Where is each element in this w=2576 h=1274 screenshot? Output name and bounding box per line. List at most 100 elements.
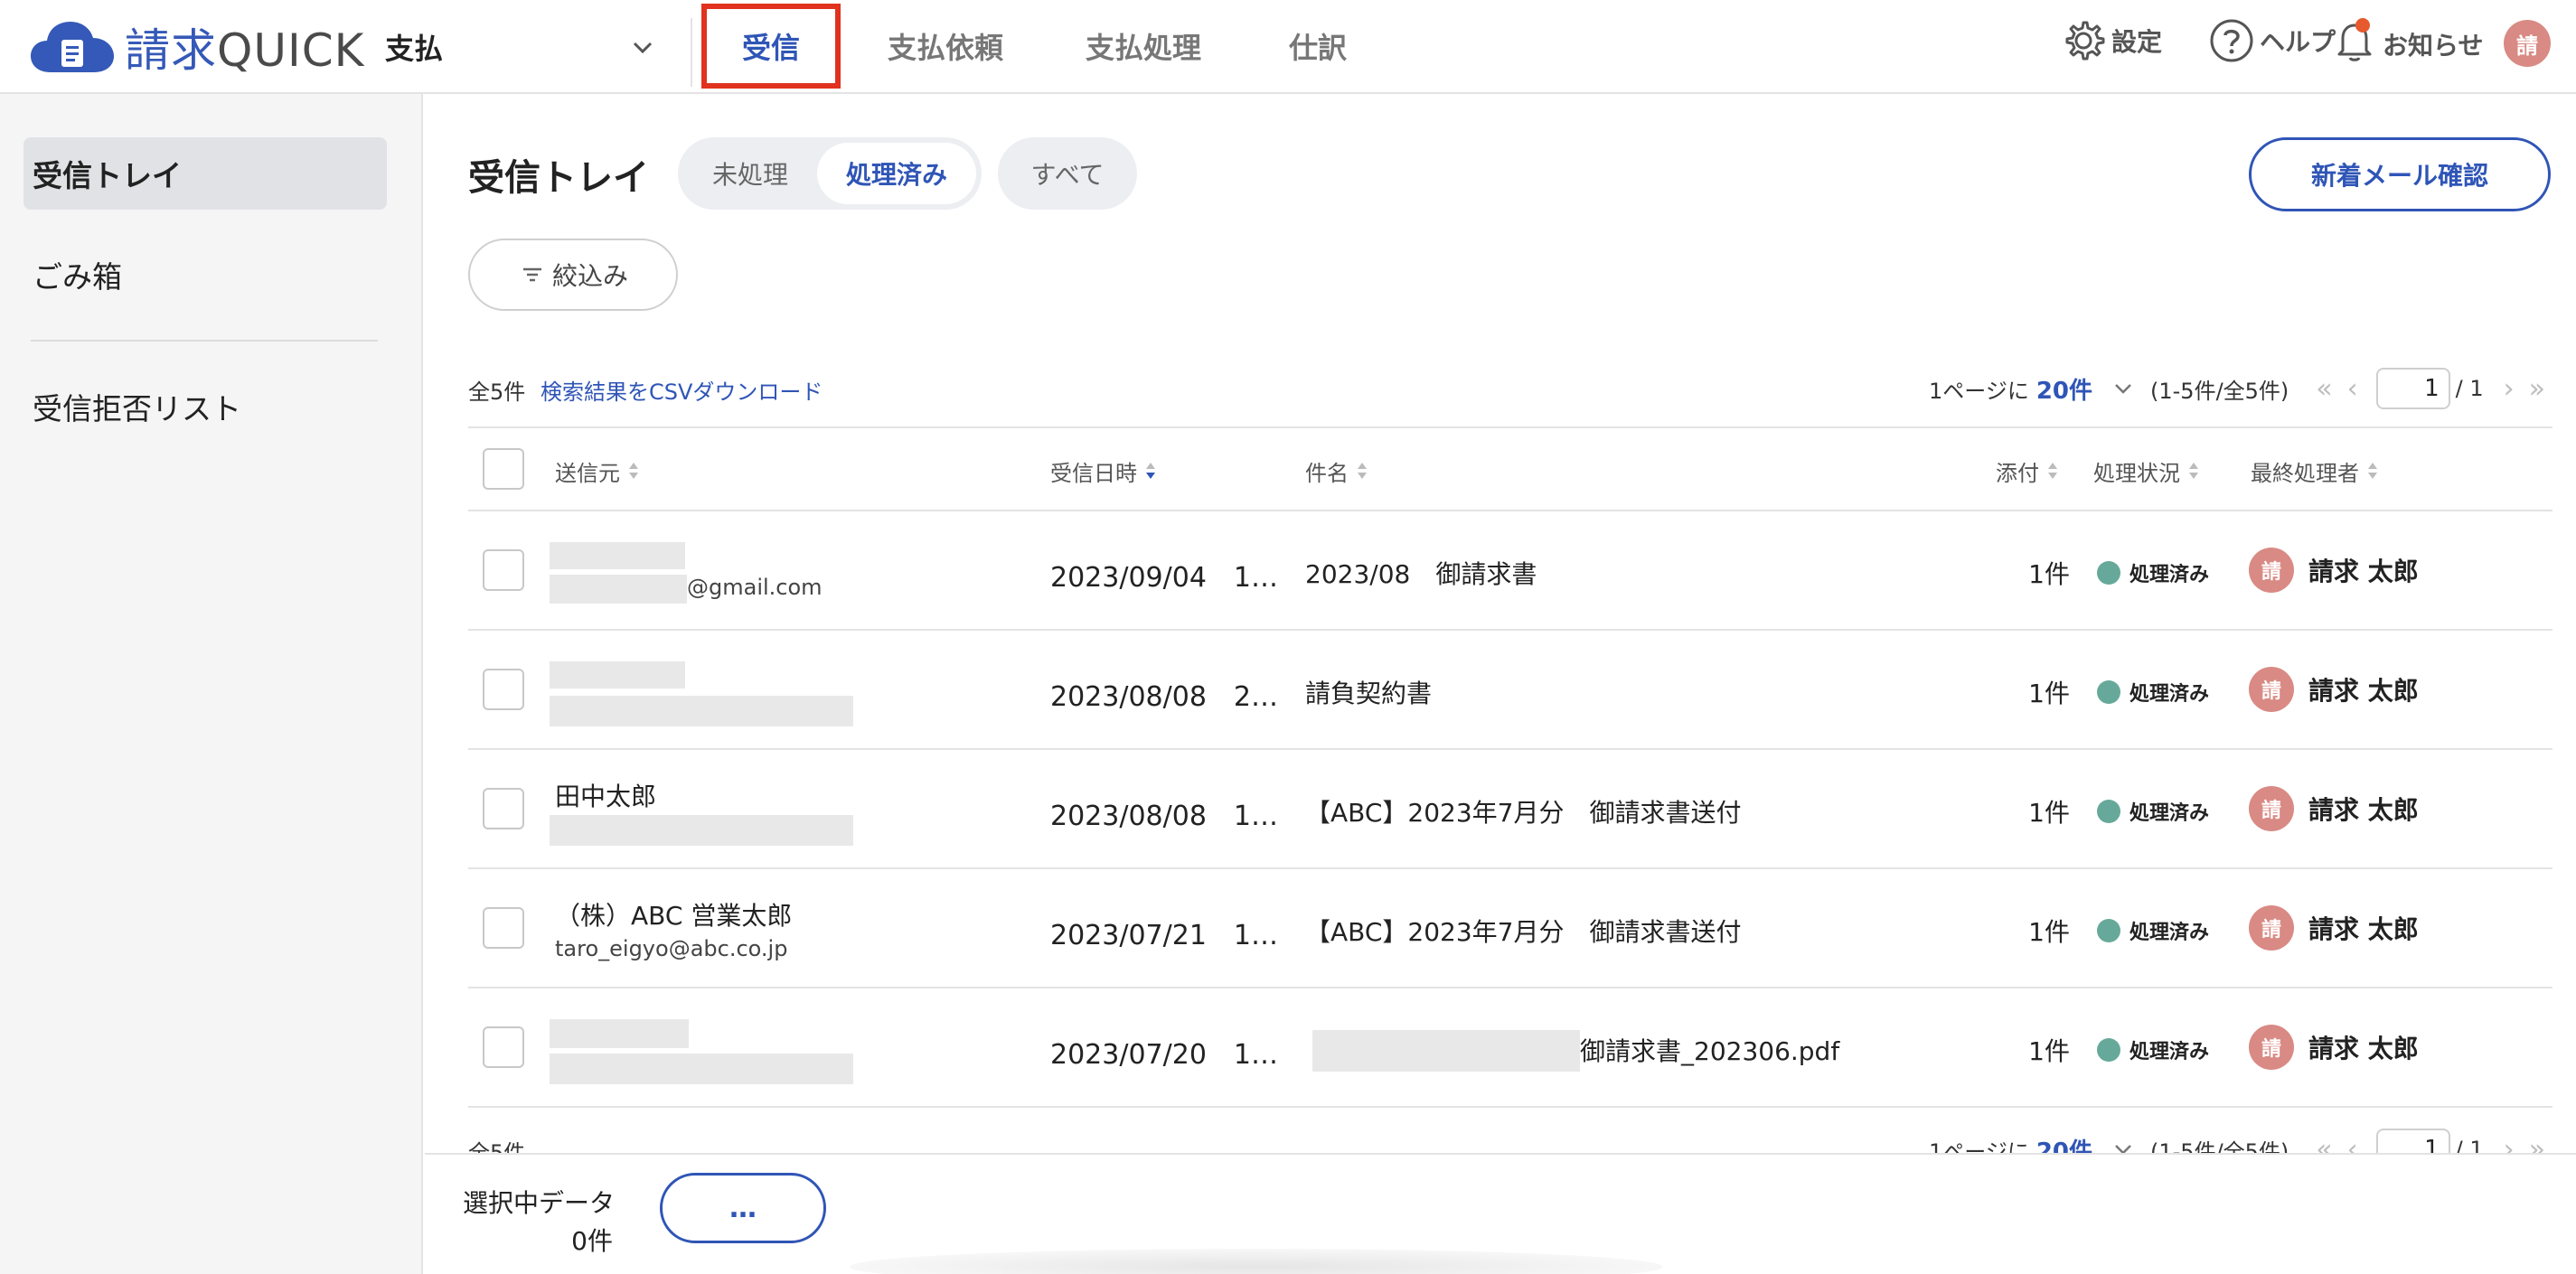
csv-download-link[interactable]: 検索結果をCSVダウンロード xyxy=(541,374,823,406)
table-row[interactable]: @gmail.com 2023/09/04 1… 2023/08 御請求書 1件… xyxy=(468,511,2552,631)
help-icon xyxy=(2210,19,2253,62)
last-user: 請請求 太郎 xyxy=(2249,548,2419,593)
table-row[interactable]: 2023/08/08 2… 請負契約書 1件 処理済み 請請求 太郎 xyxy=(468,631,2552,750)
avatar: 請 xyxy=(2249,667,2294,712)
table-row[interactable]: 田中太郎 2023/08/08 1… 【ABC】2023年7月分 御請求書送付 … xyxy=(468,750,2552,869)
cloud-document-icon xyxy=(31,22,114,72)
select-all-checkbox[interactable] xyxy=(483,448,524,490)
per-page-select[interactable]: 20件 xyxy=(2036,372,2092,406)
segment-processed[interactable]: 処理済み xyxy=(817,143,976,204)
column-received[interactable]: 受信日時 xyxy=(1050,455,1155,487)
status-dot xyxy=(2097,919,2120,942)
attachment-count: 1件 xyxy=(2028,798,2070,828)
column-attachment-label: 添付 xyxy=(1996,461,2039,486)
last-user: 請請求 太郎 xyxy=(2249,667,2419,712)
filter-button[interactable]: 絞込み xyxy=(468,239,678,311)
sidebar-item-blocklist[interactable]: 受信拒否リスト xyxy=(24,370,387,443)
status-badge: 処理済み xyxy=(2097,1035,2209,1064)
bar-shadow xyxy=(850,1249,1663,1274)
status-dot xyxy=(2097,680,2120,704)
logo-kanji: 請求 xyxy=(125,24,217,77)
bell-icon xyxy=(2337,23,2372,61)
status-label: 処理済み xyxy=(2129,564,2210,586)
top-header: 請求QUICK 支払 受信 支払依頼 支払処理 仕訳 設定 ヘルプ お知らせ 請 xyxy=(0,0,2576,94)
redacted-sender-name xyxy=(550,542,685,569)
avatar: 請 xyxy=(2249,905,2294,951)
next-page-icon[interactable]: › xyxy=(2504,373,2515,405)
first-page-icon[interactable]: « xyxy=(2316,373,2332,405)
table-row[interactable]: （株）ABC 営業太郎 taro_eigyo@abc.co.jp 2023/07… xyxy=(468,869,2552,988)
last-user-name: 請求 太郎 xyxy=(2308,795,2419,825)
sender-name: 田中太郎 xyxy=(555,782,657,811)
row-checkbox[interactable] xyxy=(483,549,524,591)
settings-button[interactable]: 設定 xyxy=(2059,16,2162,65)
table-row[interactable]: 2023/07/20 1… 御請求書_202306.pdf 1件 処理済み 請請… xyxy=(468,988,2552,1108)
tab-payment-request-label: 支払依頼 xyxy=(887,31,1003,65)
sort-desc-icon xyxy=(1146,462,1155,481)
tab-payment-request[interactable]: 支払依頼 xyxy=(850,0,1041,92)
column-subject[interactable]: 件名 xyxy=(1305,455,1367,487)
sidebar-item-inbox[interactable]: 受信トレイ xyxy=(24,137,387,210)
filter-icon xyxy=(522,267,541,282)
page-total: / 1 xyxy=(2455,376,2484,401)
attachment-count: 1件 xyxy=(2028,917,2070,947)
page-number-input[interactable]: 1 xyxy=(2375,368,2450,409)
workspace-select[interactable]: 支払 xyxy=(385,22,656,72)
pagination-top: 1ページに 20件 (1-5件/全5件) « ‹ 1 / 1 › » xyxy=(1929,368,2552,409)
gear-icon xyxy=(2065,21,2105,61)
status-dot xyxy=(2097,561,2120,585)
status-badge: 処理済み xyxy=(2097,558,2209,587)
inbox-table: 送信元 受信日時 件名 添付 処理状況 最終処理者 @gmail.com 202… xyxy=(468,426,2552,1108)
status-segment: 未処理 処理済み すべて xyxy=(678,137,1137,210)
received-date: 2023/08/08 1… xyxy=(1050,801,1278,832)
sender-email: @gmail.com xyxy=(687,575,823,600)
received-date: 2023/09/04 1… xyxy=(1050,562,1278,594)
logo-latin: QUICK xyxy=(217,24,365,77)
tab-receive[interactable]: 受信 xyxy=(701,0,841,92)
last-page-icon[interactable]: » xyxy=(2529,373,2545,405)
status-badge: 処理済み xyxy=(2097,916,2209,945)
received-date: 2023/08/08 2… xyxy=(1050,681,1278,713)
prev-page-icon[interactable]: ‹ xyxy=(2347,373,2358,405)
more-actions-button[interactable]: … xyxy=(660,1173,826,1243)
redacted-sender-name xyxy=(550,661,685,689)
last-user-name: 請求 太郎 xyxy=(2308,676,2419,706)
notification-dot xyxy=(2355,18,2370,33)
help-button[interactable]: ヘルプ xyxy=(2207,16,2336,65)
segment-unprocessed[interactable]: 未処理 xyxy=(683,143,817,204)
user-avatar[interactable]: 請 xyxy=(2504,20,2551,67)
sidebar: 受信トレイ ごみ箱 受信拒否リスト xyxy=(0,94,423,1274)
column-status-label: 処理状況 xyxy=(2093,461,2180,486)
last-user: 請請求 太郎 xyxy=(2249,1025,2419,1070)
settings-label: 設定 xyxy=(2111,27,2163,57)
tab-payment-process[interactable]: 支払処理 xyxy=(1041,0,1246,92)
header-divider xyxy=(691,18,692,87)
column-attachment[interactable]: 添付 xyxy=(1996,455,2057,487)
sort-icon xyxy=(629,462,638,481)
filter-label: 絞込み xyxy=(551,261,628,291)
row-checkbox[interactable] xyxy=(483,907,524,949)
column-sender[interactable]: 送信元 xyxy=(555,455,638,487)
status-label: 処理済み xyxy=(2129,922,2210,944)
row-checkbox[interactable] xyxy=(483,1026,524,1068)
chevron-down-icon[interactable] xyxy=(2111,376,2136,401)
redacted-sender-email xyxy=(550,696,853,726)
last-user-name: 請求 太郎 xyxy=(2308,1034,2419,1063)
redacted-sender-email xyxy=(550,575,687,604)
app-logo[interactable]: 請求QUICK xyxy=(29,16,364,78)
sidebar-item-trash[interactable]: ごみ箱 xyxy=(24,239,387,311)
check-new-mail-button[interactable]: 新着メール確認 xyxy=(2249,137,2551,211)
attachment-count: 1件 xyxy=(2028,559,2070,589)
column-last-user[interactable]: 最終処理者 xyxy=(2251,455,2377,487)
selected-count: 0件 xyxy=(571,1226,613,1256)
help-label: ヘルプ xyxy=(2260,27,2336,57)
notifications-button[interactable]: お知らせ xyxy=(2330,16,2483,71)
column-sender-label: 送信元 xyxy=(555,461,620,486)
segment-all[interactable]: すべて xyxy=(998,137,1137,210)
status-dot xyxy=(2097,1038,2120,1062)
column-status[interactable]: 処理状況 xyxy=(2093,455,2198,487)
row-checkbox[interactable] xyxy=(483,669,524,710)
tab-receive-label: 受信 xyxy=(741,31,800,65)
row-checkbox[interactable] xyxy=(483,788,524,829)
tab-journal[interactable]: 仕訳 xyxy=(1246,0,1390,92)
